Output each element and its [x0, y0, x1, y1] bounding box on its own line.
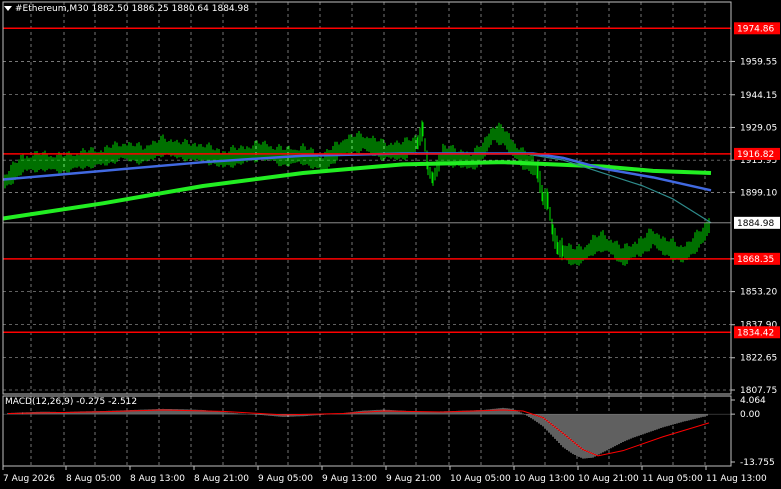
chart-canvas: 1959.551944.151929.051913.951899.101868.…	[2, 1, 780, 484]
level-label: 1974.86	[737, 24, 774, 34]
time-label: 9 Aug 21:00	[386, 474, 441, 484]
time-label: 10 Aug 05:00	[450, 474, 511, 484]
symbol-label: #Ethereum,M30	[15, 4, 89, 14]
level-label: 1834.42	[737, 328, 774, 338]
time-label: 8 Aug 21:00	[194, 474, 249, 484]
macd-tick-label: 4.064	[740, 396, 766, 406]
time-label: 8 Aug 13:00	[130, 474, 185, 484]
price-tick-label: 1899.10	[740, 188, 777, 198]
price-tick-label: 1959.55	[740, 57, 777, 67]
time-label: 9 Aug 05:00	[258, 474, 313, 484]
macd-tick-label: 0.00	[740, 410, 760, 420]
macd-label: MACD(12,26,9)	[5, 397, 74, 407]
price-tick-label: 1853.20	[740, 288, 777, 298]
close-value: 1884.98	[211, 4, 249, 14]
macd-value: -0.275	[76, 397, 106, 407]
time-label: 11 Aug 05:00	[642, 474, 703, 484]
price-tick-label: 1944.15	[740, 91, 777, 101]
macd-header: MACD(12,26,9) -0.275 -2.512	[5, 397, 137, 407]
low-value: 1880.64	[171, 4, 209, 14]
macd-signal-line	[7, 409, 710, 457]
price-frame	[2, 1, 732, 395]
current-price-label: 1884.98	[737, 219, 774, 229]
price-plot[interactable]	[2, 27, 731, 334]
price-tick-label: 1929.05	[740, 123, 777, 133]
macd-tick-label: -13.755	[740, 458, 775, 468]
high-value: 1886.25	[131, 4, 169, 14]
macd-plot[interactable]	[3, 407, 731, 459]
time-label: 10 Aug 21:00	[578, 474, 639, 484]
time-label: 7 Aug 2026	[3, 474, 55, 484]
time-label: 8 Aug 05:00	[66, 474, 121, 484]
time-label: 9 Aug 13:00	[322, 474, 377, 484]
time-label: 11 Aug 13:00	[706, 474, 767, 484]
dropdown-triangle-icon[interactable]	[4, 6, 12, 11]
macd-signal-value: -2.512	[108, 397, 138, 407]
price-tick-label: 1807.75	[740, 386, 777, 396]
level-label: 1916.82	[737, 150, 774, 160]
time-label: 10 Aug 13:00	[514, 474, 575, 484]
level-label: 1868.35	[737, 255, 774, 265]
price-tick-label: 1822.65	[740, 354, 777, 364]
open-value: 1882.50	[91, 4, 129, 14]
chart-header: #Ethereum,M30 1882.50 1886.25 1880.64 18…	[4, 4, 249, 14]
